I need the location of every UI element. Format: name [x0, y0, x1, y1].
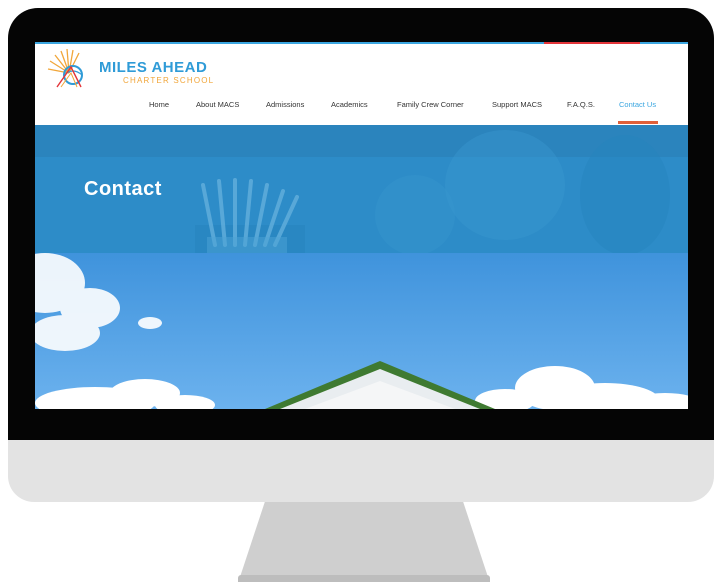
site-header: MILES AHEAD CHARTER SCHOOL Home About MA… — [35, 44, 688, 125]
nav-item-faqs[interactable]: F.A.Q.S. — [567, 100, 595, 109]
website-screen: MILES AHEAD CHARTER SCHOOL Home About MA… — [35, 42, 688, 409]
sky-with-roof-illustration — [35, 253, 688, 409]
hero-title: Contact — [84, 178, 162, 200]
nav-item-home[interactable]: Home — [149, 100, 169, 109]
nav-item-admissions[interactable]: Admissions — [266, 100, 304, 109]
nav-item-academics[interactable]: Academics — [331, 100, 368, 109]
monitor-chin — [8, 440, 714, 502]
logo-title: MILES AHEAD — [99, 59, 208, 76]
sun-globe-logo-icon — [47, 49, 83, 88]
school-sky-image — [35, 253, 688, 409]
nav-item-about-macs[interactable]: About MACS — [196, 100, 239, 109]
site-logo[interactable]: MILES AHEAD CHARTER SCHOOL — [47, 49, 227, 89]
active-nav-underline — [618, 121, 658, 124]
nav-item-support-macs[interactable]: Support MACS — [492, 100, 542, 109]
hero-banner: Contact — [35, 125, 688, 253]
monitor-stand-base — [238, 575, 490, 582]
nav-item-contact-us[interactable]: Contact Us — [619, 100, 656, 109]
nav-item-family-crew-corner[interactable]: Family Crew Corner — [397, 100, 464, 109]
monitor-stand — [240, 502, 488, 577]
logo-subtitle: CHARTER SCHOOL — [123, 76, 215, 85]
main-nav: Home About MACS Admissions Academics Fam… — [35, 96, 688, 125]
